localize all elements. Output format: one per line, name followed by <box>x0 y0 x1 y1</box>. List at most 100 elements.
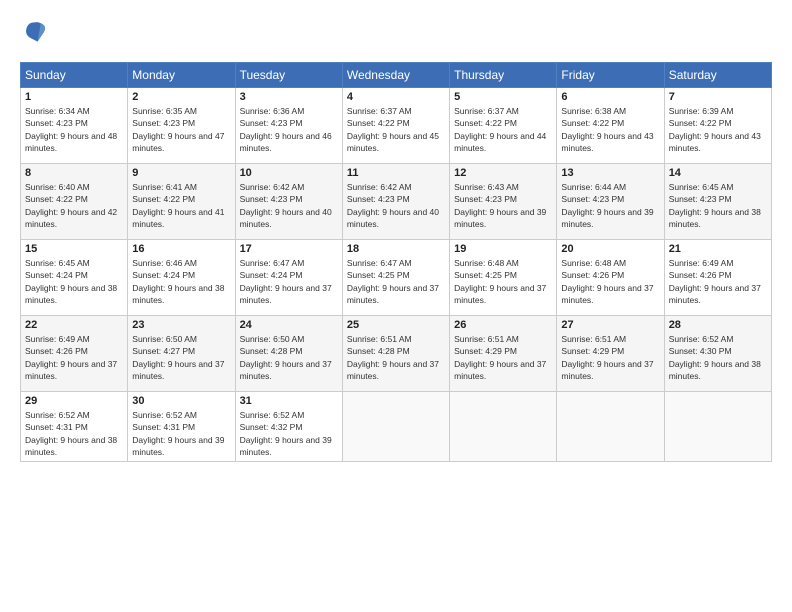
calendar-cell: 11 Sunrise: 6:42 AM Sunset: 4:23 PM Dayl… <box>342 164 449 240</box>
logo <box>20 16 56 48</box>
calendar-cell <box>664 392 771 462</box>
day-number: 15 <box>25 243 123 255</box>
calendar-cell <box>557 392 664 462</box>
day-number: 19 <box>454 243 552 255</box>
day-number: 12 <box>454 167 552 179</box>
weekday-header-row: SundayMondayTuesdayWednesdayThursdayFrid… <box>21 63 772 88</box>
logo-icon <box>20 16 52 48</box>
calendar-week-row: 22 Sunrise: 6:49 AM Sunset: 4:26 PM Dayl… <box>21 316 772 392</box>
day-number: 1 <box>25 91 123 103</box>
day-number: 3 <box>240 91 338 103</box>
day-number: 18 <box>347 243 445 255</box>
day-info: Sunrise: 6:46 AM Sunset: 4:24 PM Dayligh… <box>132 257 230 306</box>
day-number: 13 <box>561 167 659 179</box>
calendar-cell: 3 Sunrise: 6:36 AM Sunset: 4:23 PM Dayli… <box>235 88 342 164</box>
day-info: Sunrise: 6:40 AM Sunset: 4:22 PM Dayligh… <box>25 181 123 230</box>
calendar-cell: 23 Sunrise: 6:50 AM Sunset: 4:27 PM Dayl… <box>128 316 235 392</box>
day-number: 20 <box>561 243 659 255</box>
day-info: Sunrise: 6:45 AM Sunset: 4:24 PM Dayligh… <box>25 257 123 306</box>
day-number: 2 <box>132 91 230 103</box>
calendar-cell: 13 Sunrise: 6:44 AM Sunset: 4:23 PM Dayl… <box>557 164 664 240</box>
calendar-cell: 7 Sunrise: 6:39 AM Sunset: 4:22 PM Dayli… <box>664 88 771 164</box>
calendar-cell: 30 Sunrise: 6:52 AM Sunset: 4:31 PM Dayl… <box>128 392 235 462</box>
calendar-cell: 31 Sunrise: 6:52 AM Sunset: 4:32 PM Dayl… <box>235 392 342 462</box>
calendar-cell: 15 Sunrise: 6:45 AM Sunset: 4:24 PM Dayl… <box>21 240 128 316</box>
calendar-cell: 27 Sunrise: 6:51 AM Sunset: 4:29 PM Dayl… <box>557 316 664 392</box>
calendar-cell: 2 Sunrise: 6:35 AM Sunset: 4:23 PM Dayli… <box>128 88 235 164</box>
day-number: 8 <box>25 167 123 179</box>
day-number: 4 <box>347 91 445 103</box>
calendar-cell: 17 Sunrise: 6:47 AM Sunset: 4:24 PM Dayl… <box>235 240 342 316</box>
day-number: 16 <box>132 243 230 255</box>
weekday-header: Friday <box>557 63 664 88</box>
day-info: Sunrise: 6:52 AM Sunset: 4:31 PM Dayligh… <box>132 409 230 458</box>
day-info: Sunrise: 6:44 AM Sunset: 4:23 PM Dayligh… <box>561 181 659 230</box>
calendar-cell <box>342 392 449 462</box>
day-number: 23 <box>132 319 230 331</box>
day-info: Sunrise: 6:41 AM Sunset: 4:22 PM Dayligh… <box>132 181 230 230</box>
day-info: Sunrise: 6:51 AM Sunset: 4:29 PM Dayligh… <box>454 333 552 382</box>
calendar-cell: 14 Sunrise: 6:45 AM Sunset: 4:23 PM Dayl… <box>664 164 771 240</box>
day-number: 6 <box>561 91 659 103</box>
weekday-header: Sunday <box>21 63 128 88</box>
day-number: 11 <box>347 167 445 179</box>
weekday-header: Saturday <box>664 63 771 88</box>
day-info: Sunrise: 6:51 AM Sunset: 4:29 PM Dayligh… <box>561 333 659 382</box>
day-info: Sunrise: 6:37 AM Sunset: 4:22 PM Dayligh… <box>454 105 552 154</box>
weekday-header: Wednesday <box>342 63 449 88</box>
day-info: Sunrise: 6:50 AM Sunset: 4:27 PM Dayligh… <box>132 333 230 382</box>
day-info: Sunrise: 6:45 AM Sunset: 4:23 PM Dayligh… <box>669 181 767 230</box>
calendar-cell: 5 Sunrise: 6:37 AM Sunset: 4:22 PM Dayli… <box>450 88 557 164</box>
calendar-cell: 20 Sunrise: 6:48 AM Sunset: 4:26 PM Dayl… <box>557 240 664 316</box>
day-info: Sunrise: 6:39 AM Sunset: 4:22 PM Dayligh… <box>669 105 767 154</box>
day-info: Sunrise: 6:43 AM Sunset: 4:23 PM Dayligh… <box>454 181 552 230</box>
day-number: 27 <box>561 319 659 331</box>
calendar-cell: 26 Sunrise: 6:51 AM Sunset: 4:29 PM Dayl… <box>450 316 557 392</box>
day-number: 28 <box>669 319 767 331</box>
calendar-week-row: 8 Sunrise: 6:40 AM Sunset: 4:22 PM Dayli… <box>21 164 772 240</box>
day-number: 25 <box>347 319 445 331</box>
weekday-header: Thursday <box>450 63 557 88</box>
calendar-cell: 16 Sunrise: 6:46 AM Sunset: 4:24 PM Dayl… <box>128 240 235 316</box>
day-number: 21 <box>669 243 767 255</box>
day-number: 14 <box>669 167 767 179</box>
day-info: Sunrise: 6:35 AM Sunset: 4:23 PM Dayligh… <box>132 105 230 154</box>
day-info: Sunrise: 6:48 AM Sunset: 4:25 PM Dayligh… <box>454 257 552 306</box>
day-number: 9 <box>132 167 230 179</box>
calendar-cell: 1 Sunrise: 6:34 AM Sunset: 4:23 PM Dayli… <box>21 88 128 164</box>
day-info: Sunrise: 6:47 AM Sunset: 4:24 PM Dayligh… <box>240 257 338 306</box>
calendar-table: SundayMondayTuesdayWednesdayThursdayFrid… <box>20 62 772 462</box>
day-info: Sunrise: 6:38 AM Sunset: 4:22 PM Dayligh… <box>561 105 659 154</box>
day-info: Sunrise: 6:52 AM Sunset: 4:30 PM Dayligh… <box>669 333 767 382</box>
calendar-cell: 21 Sunrise: 6:49 AM Sunset: 4:26 PM Dayl… <box>664 240 771 316</box>
page-container: SundayMondayTuesdayWednesdayThursdayFrid… <box>0 0 792 472</box>
day-number: 26 <box>454 319 552 331</box>
calendar-week-row: 1 Sunrise: 6:34 AM Sunset: 4:23 PM Dayli… <box>21 88 772 164</box>
calendar-cell: 18 Sunrise: 6:47 AM Sunset: 4:25 PM Dayl… <box>342 240 449 316</box>
day-number: 30 <box>132 395 230 407</box>
calendar-cell: 25 Sunrise: 6:51 AM Sunset: 4:28 PM Dayl… <box>342 316 449 392</box>
calendar-cell: 10 Sunrise: 6:42 AM Sunset: 4:23 PM Dayl… <box>235 164 342 240</box>
calendar-cell: 9 Sunrise: 6:41 AM Sunset: 4:22 PM Dayli… <box>128 164 235 240</box>
weekday-header: Monday <box>128 63 235 88</box>
calendar-cell: 6 Sunrise: 6:38 AM Sunset: 4:22 PM Dayli… <box>557 88 664 164</box>
day-info: Sunrise: 6:42 AM Sunset: 4:23 PM Dayligh… <box>347 181 445 230</box>
day-info: Sunrise: 6:47 AM Sunset: 4:25 PM Dayligh… <box>347 257 445 306</box>
calendar-cell: 29 Sunrise: 6:52 AM Sunset: 4:31 PM Dayl… <box>21 392 128 462</box>
day-info: Sunrise: 6:51 AM Sunset: 4:28 PM Dayligh… <box>347 333 445 382</box>
day-info: Sunrise: 6:34 AM Sunset: 4:23 PM Dayligh… <box>25 105 123 154</box>
day-info: Sunrise: 6:48 AM Sunset: 4:26 PM Dayligh… <box>561 257 659 306</box>
day-info: Sunrise: 6:36 AM Sunset: 4:23 PM Dayligh… <box>240 105 338 154</box>
weekday-header: Tuesday <box>235 63 342 88</box>
day-number: 10 <box>240 167 338 179</box>
day-number: 7 <box>669 91 767 103</box>
calendar-cell: 24 Sunrise: 6:50 AM Sunset: 4:28 PM Dayl… <box>235 316 342 392</box>
day-number: 29 <box>25 395 123 407</box>
day-info: Sunrise: 6:42 AM Sunset: 4:23 PM Dayligh… <box>240 181 338 230</box>
page-header <box>20 16 772 48</box>
calendar-week-row: 29 Sunrise: 6:52 AM Sunset: 4:31 PM Dayl… <box>21 392 772 462</box>
day-number: 24 <box>240 319 338 331</box>
calendar-cell: 19 Sunrise: 6:48 AM Sunset: 4:25 PM Dayl… <box>450 240 557 316</box>
calendar-cell: 12 Sunrise: 6:43 AM Sunset: 4:23 PM Dayl… <box>450 164 557 240</box>
calendar-cell: 28 Sunrise: 6:52 AM Sunset: 4:30 PM Dayl… <box>664 316 771 392</box>
